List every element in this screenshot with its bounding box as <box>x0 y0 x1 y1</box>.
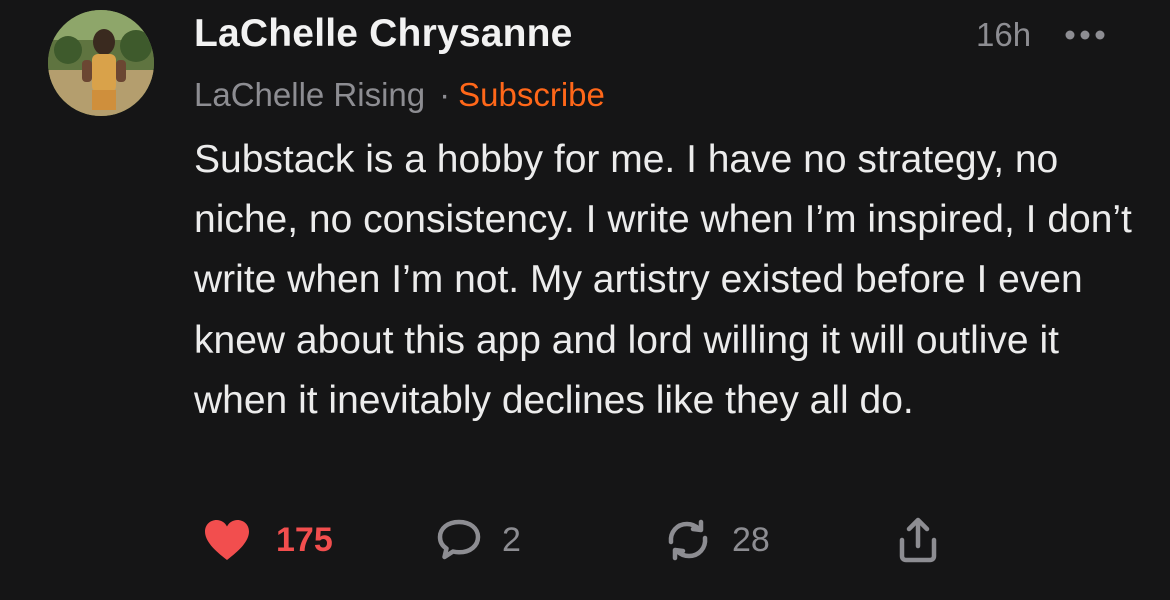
note-body: Substack is a hobby for me. I have no st… <box>194 138 1132 422</box>
publication-line: LaChelle Rising · Subscribe <box>194 76 605 114</box>
heart-icon <box>205 520 249 560</box>
subscribe-link[interactable]: Subscribe <box>458 76 605 113</box>
more-horizontal-icon[interactable] <box>1060 26 1110 44</box>
separator-dot: · <box>439 76 451 113</box>
comment-count: 2 <box>502 520 521 559</box>
like-count: 175 <box>276 520 333 559</box>
restack-count: 28 <box>732 520 770 559</box>
action-bar: 175 2 28 <box>0 510 1170 570</box>
timestamp: 16h <box>976 16 1032 53</box>
note-card: LaChelle Chrysanne 16h LaChelle Rising · S… <box>0 0 1170 600</box>
author-name[interactable]: LaChelle Chrysanne <box>194 12 573 56</box>
comment-icon <box>437 519 481 560</box>
restack-icon <box>668 519 708 561</box>
comment-button[interactable]: 2 <box>436 510 521 570</box>
avatar-photo <box>48 10 154 116</box>
share-button[interactable] <box>896 510 940 570</box>
share-icon <box>899 517 937 563</box>
like-button[interactable]: 175 <box>204 510 333 570</box>
publication-name[interactable]: LaChelle Rising <box>194 76 425 113</box>
restack-button[interactable]: 28 <box>664 510 770 570</box>
avatar[interactable] <box>48 10 154 116</box>
